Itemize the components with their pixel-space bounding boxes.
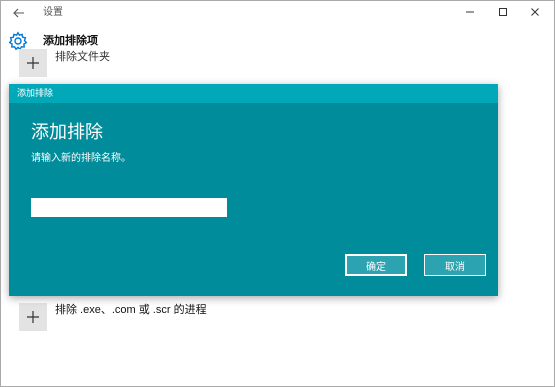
add-folder-exclusion-button[interactable] [19,49,47,77]
maximize-icon [499,8,507,16]
window-titlebar: 设置 [1,1,554,25]
back-button[interactable] [9,3,29,23]
add-process-exclusion-label: 排除 .exe、.com 或 .scr 的进程 [55,304,207,316]
exclusion-name-input[interactable] [31,198,227,217]
close-button[interactable] [521,2,549,22]
add-folder-exclusion-label: 排除文件夹 [55,51,110,63]
plus-icon [27,57,39,69]
dialog-titlebar: 添加排除 [9,84,498,103]
dialog-titlebar-label: 添加排除 [17,88,54,98]
cancel-button[interactable]: 取消 [424,254,486,276]
minimize-button[interactable] [456,2,484,22]
page-title: 添加排除项 [43,35,98,47]
maximize-button[interactable] [489,2,517,22]
add-exclusion-dialog: 添加排除 添加排除 请输入新的排除名称。 确定 取消 [9,84,498,296]
plus-icon [27,311,39,323]
close-icon [531,8,539,16]
app-title: 设置 [43,7,63,18]
dialog-prompt: 请输入新的排除名称。 [31,153,131,164]
back-arrow-icon [13,8,24,18]
ok-button[interactable]: 确定 [345,254,407,276]
gear-icon [8,31,28,51]
minimize-icon [466,11,474,13]
add-process-exclusion-button[interactable] [19,303,47,331]
dialog-title: 添加排除 [31,122,103,142]
